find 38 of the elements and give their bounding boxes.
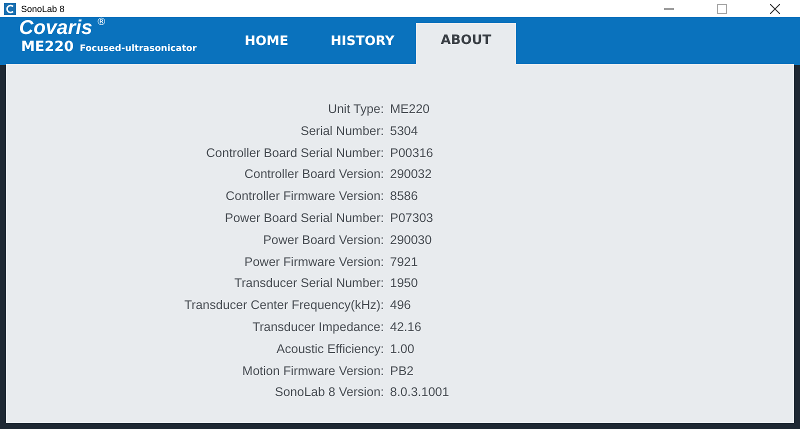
info-label: Controller Firmware Version: xyxy=(224,188,384,206)
close-icon[interactable] xyxy=(770,4,780,14)
product-name: Focused-ultrasonicator xyxy=(80,44,197,54)
info-value: PB2 xyxy=(390,362,415,380)
info-label: Acoustic Efficiency: xyxy=(276,340,384,358)
info-label: Unit Type: xyxy=(326,101,384,118)
info-label: Transducer Center Frequency(kHz): xyxy=(183,297,384,314)
registered-mark: ® xyxy=(96,17,106,29)
info-label: Controller Board Version: xyxy=(243,166,384,184)
info-value: 1950 xyxy=(390,275,419,292)
nav-tab[interactable]: HISTORY xyxy=(309,17,416,65)
window-title: SonoLab 8 xyxy=(21,4,65,14)
info-value: 496 xyxy=(390,297,412,314)
model-name: ME220 xyxy=(21,39,74,55)
info-value: 7921 xyxy=(390,254,419,271)
info-value: P07303 xyxy=(390,210,434,227)
app-icon xyxy=(4,2,16,14)
info-value: 8586 xyxy=(390,188,419,206)
info-label: Power Board Version: xyxy=(262,232,384,249)
info-label: Serial Number: xyxy=(300,122,384,140)
info-label: Transducer Impedance: xyxy=(251,318,384,336)
info-label: Motion Firmware Version: xyxy=(241,362,384,380)
nav-tab[interactable]: ABOUT xyxy=(416,23,516,65)
info-label: SonoLab 8 Version: xyxy=(274,384,384,402)
info-label: Controller Board Serial Number: xyxy=(205,144,384,162)
info-value: 1.00 xyxy=(390,340,416,358)
info-value: 290032 xyxy=(390,166,433,184)
nav-tab[interactable]: HOME xyxy=(224,17,309,65)
info-value: P00316 xyxy=(390,144,434,162)
info-label: Transducer Serial Number: xyxy=(233,275,384,292)
info-label: Power Firmware Version: xyxy=(243,254,384,271)
info-value: 290030 xyxy=(390,232,433,249)
brand-logo: Covaris xyxy=(19,17,92,39)
info-value: 5304 xyxy=(390,122,419,140)
info-value: 8.0.3.1001 xyxy=(390,384,450,402)
info-label: Power Board Serial Number: xyxy=(224,210,384,227)
info-value: ME220 xyxy=(390,101,431,118)
info-value: 42.16 xyxy=(390,318,422,336)
